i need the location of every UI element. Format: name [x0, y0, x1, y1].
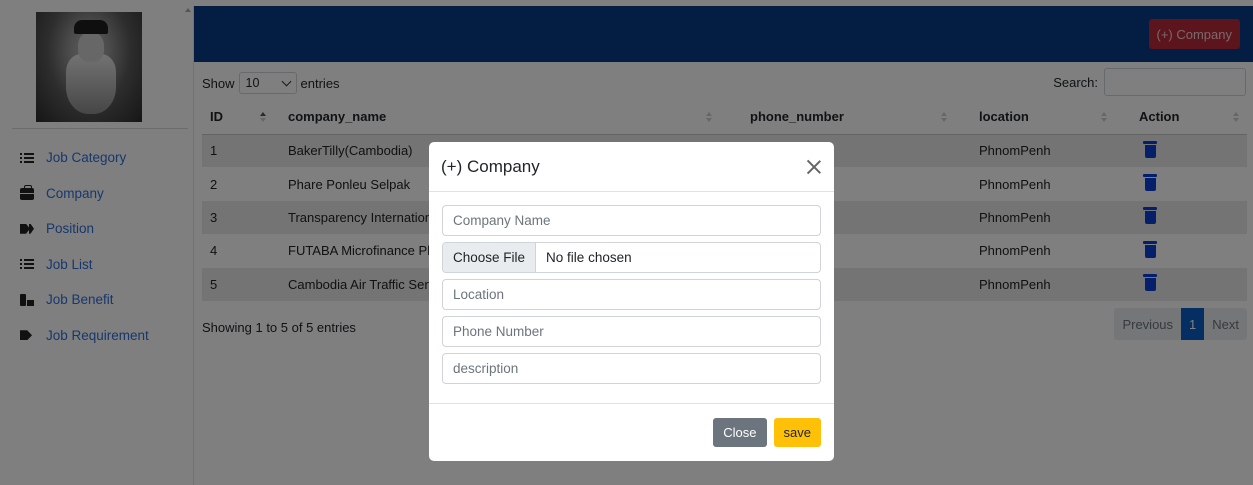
- modal-header: (+) Company: [429, 142, 834, 192]
- modal-title: (+) Company: [441, 156, 540, 176]
- add-company-modal: (+) Company Choose File No file chosen C…: [429, 142, 834, 461]
- description-input[interactable]: [442, 353, 821, 384]
- choose-file-button[interactable]: Choose File: [443, 243, 537, 272]
- file-input[interactable]: Choose File No file chosen: [442, 242, 821, 273]
- close-button[interactable]: Close: [713, 418, 767, 447]
- modal-body: Choose File No file chosen: [429, 192, 834, 404]
- save-button[interactable]: save: [773, 418, 821, 447]
- modal-footer: Close save: [429, 404, 834, 461]
- close-icon[interactable]: [806, 159, 822, 175]
- file-status: No file chosen: [546, 250, 632, 265]
- location-input[interactable]: [442, 279, 821, 310]
- company-name-input[interactable]: [442, 205, 821, 236]
- phone-number-input[interactable]: [442, 316, 821, 347]
